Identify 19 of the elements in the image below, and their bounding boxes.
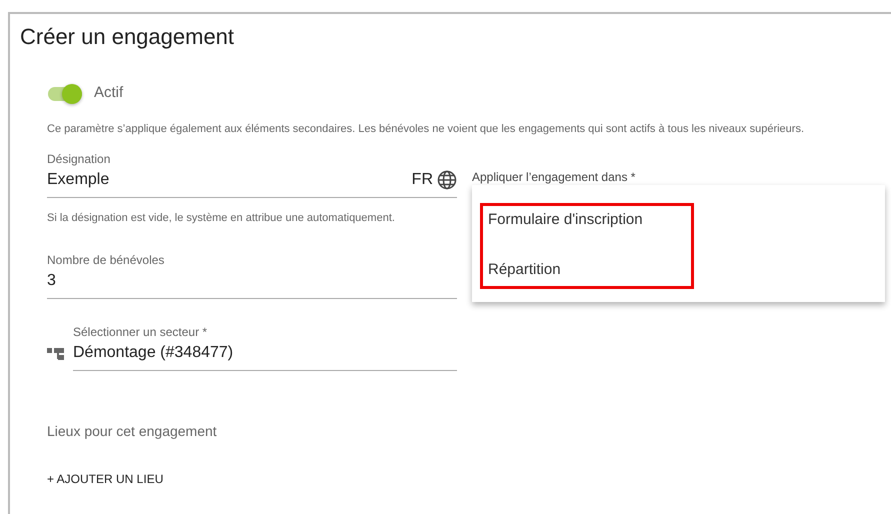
toggle-label: Actif — [94, 83, 124, 104]
input-field[interactable]: 3 — [47, 268, 457, 293]
add-location-button[interactable]: + AJOUTER UN LIEU — [47, 470, 164, 488]
help-text: Ce paramètre s’applique également aux éléments secondaires. Les bénévoles ne voient que les engagements qui sont actifs à tous les niveaux supérieurs. — [47, 122, 806, 136]
page-title: Créer un engagement — [20, 24, 236, 50]
hierarchy-icon — [47, 346, 65, 362]
language-code: FR — [412, 170, 433, 190]
globe-icon[interactable] — [437, 170, 457, 190]
input-field[interactable]: Exemple — [47, 168, 412, 192]
field-label: Désignation — [47, 151, 112, 168]
field-label: Nombre de bénévoles — [47, 252, 166, 269]
menu-item[interactable]: Formulaire d'inscription — [488, 209, 643, 232]
help-text: Si la désignation est vide, le système en attribue une automatiquement. — [47, 211, 396, 226]
toggle-switch[interactable] — [48, 86, 82, 101]
section-label: Lieux pour cet engagement — [47, 422, 218, 441]
input-field[interactable]: Démontage (#348477) — [73, 340, 457, 365]
field-label: Appliquer l’engagement dans * — [472, 169, 636, 186]
menu-item[interactable]: Répartition — [488, 259, 561, 282]
field-label: Sélectionner un secteur * — [73, 324, 208, 341]
